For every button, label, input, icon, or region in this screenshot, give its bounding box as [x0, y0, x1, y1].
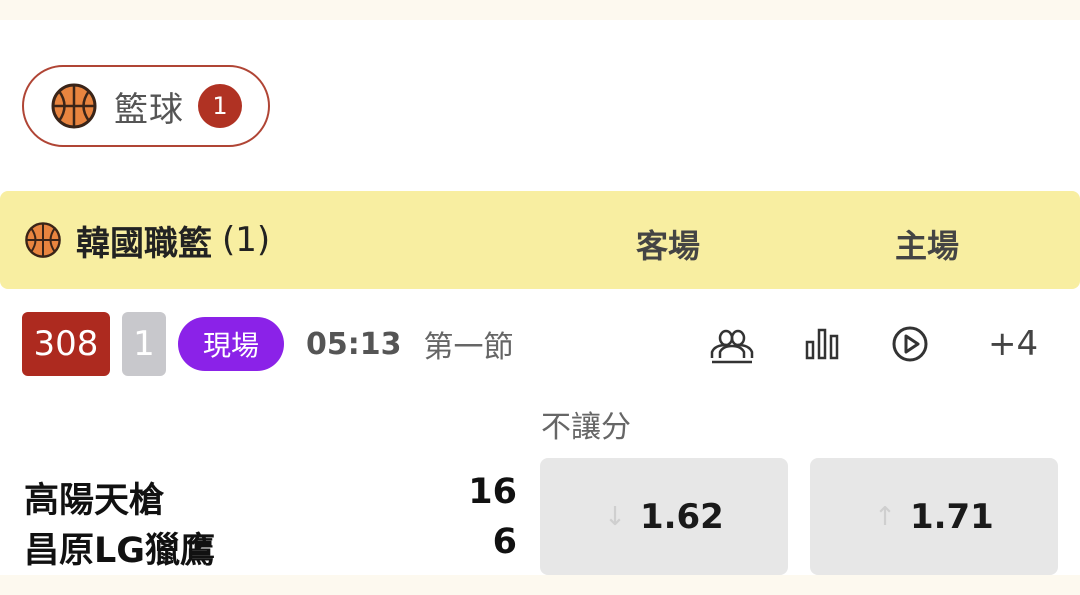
- team-b-name[interactable]: 昌原LG獵鷹: [24, 522, 215, 573]
- more-markets-button[interactable]: +4: [988, 324, 1038, 364]
- match-index-badge: 1: [122, 312, 166, 376]
- people-icon[interactable]: [708, 320, 756, 368]
- bar-chart-icon[interactable]: [798, 320, 846, 368]
- team-a-score: 16: [468, 472, 517, 512]
- match-clock: 05:13: [306, 326, 402, 362]
- match-period: 第一節: [423, 330, 514, 365]
- page: 籃球 1 韓國職籃 (1) 客場 主場 308 1 現場 05:13 第一節 +…: [0, 0, 1080, 595]
- arrow-up-icon: ↑: [874, 501, 896, 532]
- arrow-down-icon: ↓: [604, 501, 626, 532]
- content-card: 籃球 1 韓國職籃 (1) 客場 主場 308 1 現場 05:13 第一節 +…: [0, 20, 1080, 575]
- home-odds-button[interactable]: ↑ 1.71: [810, 458, 1058, 575]
- team-a-name[interactable]: 高陽天槍: [24, 472, 164, 523]
- league-match-count: (1): [222, 220, 271, 260]
- play-circle-icon[interactable]: [886, 320, 934, 368]
- team-b-score: 6: [492, 522, 517, 562]
- home-odds-price: 1.71: [909, 496, 994, 537]
- sport-filter-label: 籃球: [114, 89, 184, 130]
- live-badge: 現場: [178, 317, 284, 371]
- basketball-icon: [25, 222, 61, 258]
- basketball-icon: [51, 83, 97, 129]
- match-id-badge: 308: [22, 312, 110, 376]
- market-label: 不讓分: [541, 410, 631, 445]
- column-header-home: 主場: [895, 227, 960, 265]
- league-name: 韓國職籃: [76, 223, 212, 264]
- league-header[interactable]: 韓國職籃 (1) 客場 主場: [0, 191, 1080, 289]
- column-header-away: 客場: [636, 227, 701, 265]
- sport-filter-basketball[interactable]: 籃球 1: [22, 65, 270, 147]
- away-odds-button[interactable]: ↓ 1.62: [540, 458, 788, 575]
- away-odds-price: 1.62: [639, 496, 724, 537]
- sport-filter-count-badge: 1: [198, 84, 242, 128]
- match-status-row: 308 1 現場 05:13 第一節 +4: [22, 312, 1062, 376]
